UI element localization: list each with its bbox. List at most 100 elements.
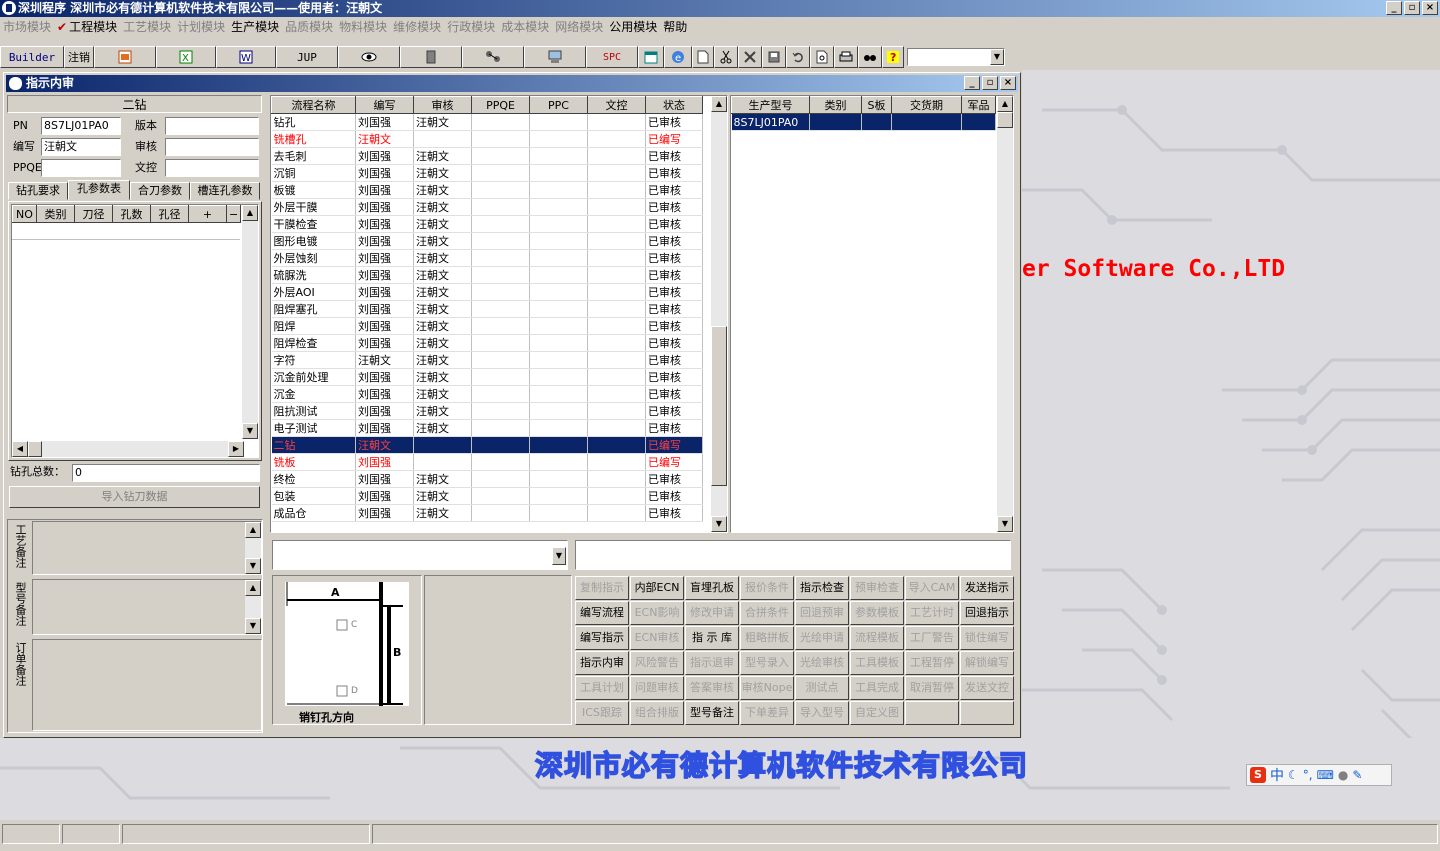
model-grid-vscroll[interactable]: ▲ ▼ — [997, 96, 1013, 532]
computer-icon[interactable] — [524, 46, 586, 68]
word-icon[interactable]: W — [216, 46, 276, 68]
doc-field[interactable] — [165, 159, 259, 177]
table-row[interactable]: 硫脲洗 刘国强 汪朝文 已审核 — [271, 266, 703, 284]
action-button[interactable]: 审核Nope — [740, 676, 794, 700]
preview-icon[interactable] — [810, 46, 834, 68]
action-button[interactable]: 粗略拼板 — [740, 626, 794, 650]
filter-combo[interactable]: ▼ — [272, 540, 568, 570]
action-button[interactable]: 问题审核 — [630, 676, 684, 700]
table-row[interactable]: 外层蚀刻 刘国强 汪朝文 已审核 — [271, 249, 703, 267]
table-row[interactable]: 8S7LJ01PA0 — [731, 113, 996, 131]
model-col-header[interactable]: 生产型号 — [731, 96, 810, 114]
table-row[interactable]: 沉金前处理 刘国强 汪朝文 已审核 — [271, 368, 703, 386]
action-button[interactable] — [960, 701, 1014, 725]
action-button[interactable]: 锁住编写 — [960, 626, 1014, 650]
menu-item-4[interactable]: 生产模块 — [228, 17, 282, 37]
menu-item-11[interactable]: 公用模块 — [606, 17, 660, 37]
hole-grid-hscroll[interactable]: ◀ ▶ — [12, 441, 244, 457]
action-button[interactable]: 发送指示 — [960, 576, 1014, 600]
table-row[interactable]: 阻抗测试 刘国强 汪朝文 已审核 — [271, 402, 703, 420]
action-button[interactable]: 编写流程 — [575, 601, 629, 625]
action-button[interactable]: 回退预审 — [795, 601, 849, 625]
action-button[interactable]: 工艺计时 — [905, 601, 959, 625]
action-button[interactable]: 工具模板 — [850, 651, 904, 675]
ime-mode[interactable]: 中 — [1270, 765, 1284, 785]
restore-button[interactable]: ▫ — [1404, 1, 1420, 15]
action-button[interactable]: 复制指示 — [575, 576, 629, 600]
pn-field[interactable]: 8S7LJ01PA0 — [41, 117, 121, 135]
action-button[interactable]: 光绘申请 — [795, 626, 849, 650]
scroll-down-icon[interactable]: ▼ — [711, 516, 727, 532]
action-button[interactable]: 回退指示 — [960, 601, 1014, 625]
table-row[interactable]: 终检 刘国强 汪朝文 已审核 — [271, 470, 703, 488]
table-row[interactable]: 外层AOI 刘国强 汪朝文 已审核 — [271, 283, 703, 301]
minimize-button[interactable]: _ — [1386, 1, 1402, 15]
model-col-header[interactable]: 军品 — [961, 96, 996, 114]
order-remark-field[interactable] — [32, 639, 262, 731]
action-button[interactable]: 风险警告 — [630, 651, 684, 675]
action-button[interactable]: 盲埋孔板 — [685, 576, 739, 600]
action-button[interactable]: 修改申请 — [685, 601, 739, 625]
eye-icon[interactable] — [338, 46, 400, 68]
action-button[interactable]: 型号录入 — [740, 651, 794, 675]
process-col-header[interactable]: 文控 — [587, 96, 646, 114]
action-button[interactable]: 工具计划 — [575, 676, 629, 700]
action-button[interactable]: 合拼条件 — [740, 601, 794, 625]
version-field[interactable] — [165, 117, 259, 135]
scroll-down-icon[interactable]: ▼ — [997, 516, 1013, 532]
action-button[interactable]: 指示检查 — [795, 576, 849, 600]
model-col-header[interactable]: 类别 — [809, 96, 862, 114]
builder-button[interactable]: Builder — [0, 46, 64, 68]
action-button[interactable]: ICS跟踪 — [575, 701, 629, 725]
spc-button[interactable]: SPC — [586, 46, 638, 68]
help-icon[interactable]: ? — [882, 46, 904, 68]
hole-col-header[interactable]: − — [226, 205, 241, 223]
menu-item-1[interactable]: ✔ 工程模块 — [54, 17, 120, 37]
user-icon[interactable]: ● — [1338, 768, 1348, 782]
scroll-left-icon[interactable]: ◀ — [12, 441, 28, 457]
sogou-icon[interactable]: S — [1250, 767, 1266, 783]
menu-item-7[interactable]: 维修模块 — [390, 17, 444, 37]
action-button[interactable]: 导入型号 — [795, 701, 849, 725]
action-button[interactable]: 下单差异 — [740, 701, 794, 725]
hole-grid-vscroll[interactable]: ▲ ▼ — [242, 205, 258, 439]
action-button[interactable]: 解锁编写 — [960, 651, 1014, 675]
table-row[interactable]: 阻焊检查 刘国强 汪朝文 已审核 — [271, 334, 703, 352]
process-grid-vscroll[interactable]: ▲ ▼ — [711, 96, 727, 532]
action-button[interactable]: 工程暂停 — [905, 651, 959, 675]
table-row[interactable]: 铣槽孔 汪朝文 已编写 — [271, 130, 703, 148]
review-field[interactable] — [165, 138, 259, 156]
process-col-header[interactable]: 流程名称 — [271, 96, 356, 114]
logout-button[interactable]: 注销 — [64, 46, 94, 68]
table-row[interactable]: 钻孔 刘国强 汪朝文 已审核 — [271, 113, 703, 131]
child-minimize-button[interactable]: _ — [964, 76, 980, 90]
action-button[interactable]: 取消暂停 — [905, 676, 959, 700]
scroll-up-icon[interactable]: ▲ — [711, 96, 727, 112]
table-row[interactable]: 阻焊 刘国强 汪朝文 已审核 — [271, 317, 703, 335]
model-col-header[interactable]: 交货期 — [891, 96, 962, 114]
author-field[interactable]: 汪朝文 — [41, 138, 121, 156]
close-button[interactable]: × — [1422, 1, 1438, 15]
action-button[interactable] — [905, 701, 959, 725]
action-button[interactable]: 报价条件 — [740, 576, 794, 600]
scroll-down-icon[interactable]: ▼ — [242, 423, 258, 439]
ppt-icon[interactable] — [94, 46, 156, 68]
table-row[interactable]: 外层干膜 刘国强 汪朝文 已审核 — [271, 198, 703, 216]
calendar-icon[interactable] — [638, 46, 664, 68]
new-icon[interactable] — [692, 46, 714, 68]
jup-button[interactable]: JUP — [276, 46, 338, 68]
hole-col-header[interactable]: NO — [12, 205, 37, 223]
model-remark-field[interactable]: ▲ ▼ — [32, 579, 262, 635]
action-button[interactable]: ECN影响 — [630, 601, 684, 625]
action-button[interactable]: 指示内审 — [575, 651, 629, 675]
action-button[interactable]: 型号备注 — [685, 701, 739, 725]
table-row[interactable]: 字符 汪朝文 汪朝文 已审核 — [271, 351, 703, 369]
toolbar-combo[interactable]: ▼ — [907, 48, 1005, 66]
child-restore-button[interactable]: ▫ — [982, 76, 998, 90]
table-row[interactable]: 成品仓 刘国强 汪朝文 已审核 — [271, 504, 703, 522]
network-icon[interactable] — [462, 46, 524, 68]
menu-item-6[interactable]: 物料模块 — [336, 17, 390, 37]
scroll-right-icon[interactable]: ▶ — [228, 441, 244, 457]
scroll-up-icon[interactable]: ▲ — [997, 96, 1013, 112]
action-button[interactable]: 发送文控 — [960, 676, 1014, 700]
